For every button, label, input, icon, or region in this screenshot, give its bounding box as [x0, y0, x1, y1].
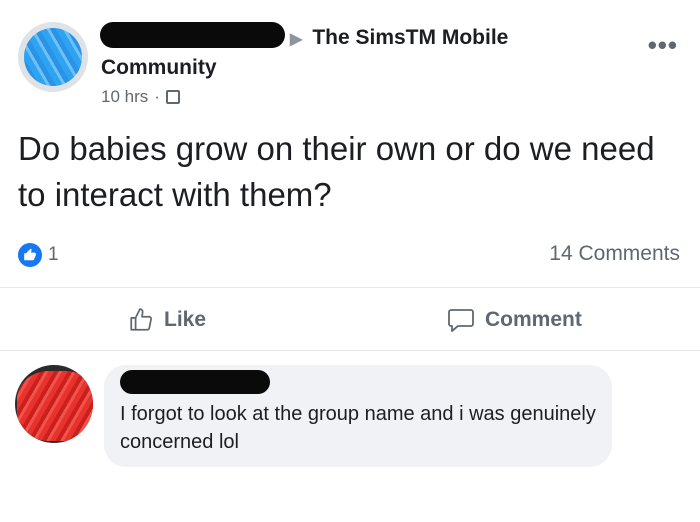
group-name-continued[interactable]: Community [101, 56, 217, 80]
thumbs-up-icon [130, 308, 152, 331]
divider [0, 287, 700, 288]
group-link[interactable]: ▶ The SimsTM Mobile [290, 26, 508, 50]
avatar-scribble-redaction [17, 371, 93, 441]
reactions-summary[interactable]: 1 [18, 243, 59, 267]
commenter-avatar[interactable] [15, 365, 93, 443]
comment-count[interactable]: 14 Comments [549, 242, 680, 266]
divider [0, 350, 700, 351]
post-timestamp[interactable]: 10 hrs [101, 87, 148, 107]
comment-bubble-icon [448, 309, 474, 332]
avatar-scribble-redaction [24, 28, 82, 86]
privacy-icon [165, 90, 180, 104]
post-meta: 10 hrs · [101, 87, 180, 107]
more-options-icon[interactable]: ••• [648, 30, 678, 61]
comment-button-label: Comment [485, 308, 582, 331]
comment-text: I forgot to look at the group name and i… [120, 403, 596, 453]
redacted-poster-name [100, 22, 285, 48]
facebook-post: ▶ The SimsTM Mobile Community 10 hrs · ••… [0, 0, 700, 522]
like-button[interactable]: Like [128, 307, 206, 333]
like-reaction-icon [18, 243, 42, 267]
poster-avatar[interactable] [18, 22, 88, 92]
comment-button[interactable]: Comment [447, 307, 582, 333]
caret-right-icon: ▶ [290, 31, 303, 48]
post-body-text: Do babies grow on their own or do we nee… [18, 130, 655, 213]
redacted-commenter-name [120, 370, 270, 394]
group-name[interactable]: The SimsTM Mobile [312, 26, 508, 49]
meta-separator: · [154, 87, 160, 106]
like-button-label: Like [164, 308, 207, 331]
like-count: 1 [48, 244, 59, 265]
